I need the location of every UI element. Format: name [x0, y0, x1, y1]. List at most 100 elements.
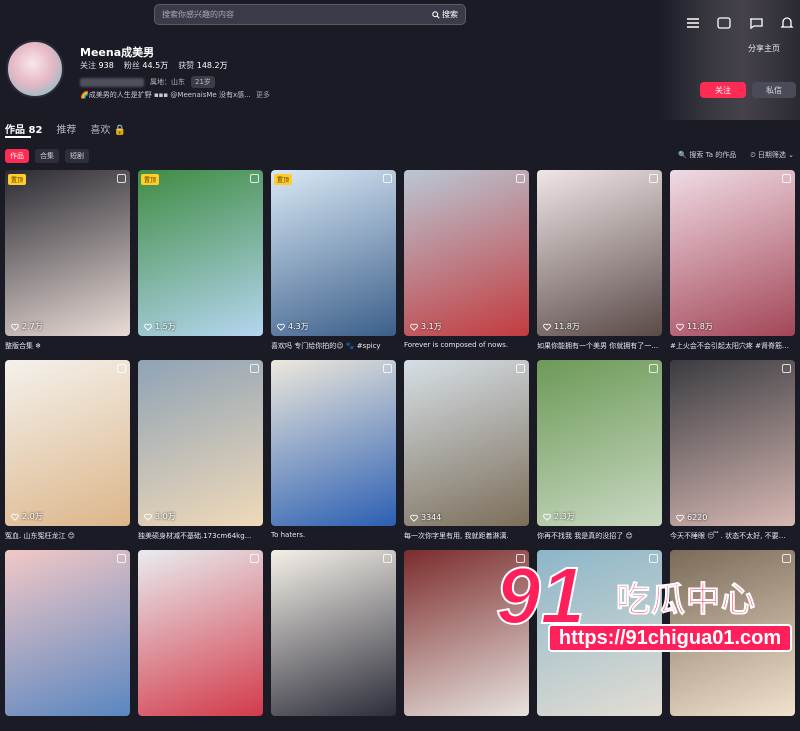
video-caption[interactable]: [138, 341, 263, 351]
select-checkbox[interactable]: [516, 174, 525, 183]
filter-chips: 作品 合集 短剧: [5, 149, 89, 163]
bio-more-link[interactable]: 更多: [256, 91, 270, 99]
video-thumbnail[interactable]: 3344: [404, 360, 529, 526]
chip-works[interactable]: 作品: [5, 149, 29, 163]
video-card[interactable]: 3.0万独美硕身材减不基础.173cm64kg...: [138, 360, 263, 541]
video-thumbnail[interactable]: 3.1万: [404, 170, 529, 336]
share-profile-button[interactable]: 分享主页: [748, 43, 780, 54]
select-checkbox[interactable]: [383, 554, 392, 563]
video-card[interactable]: 置顶 2.7万整版合集 ❄: [5, 170, 130, 351]
select-checkbox[interactable]: [782, 364, 791, 373]
select-checkbox[interactable]: [782, 174, 791, 183]
video-thumbnail[interactable]: [5, 550, 130, 716]
video-thumbnail[interactable]: 2.0万: [5, 360, 130, 526]
tab-likes[interactable]: 喜欢 🔒: [90, 121, 126, 136]
like-count-value: 11.8万: [554, 322, 580, 331]
video-card[interactable]: 2.0万冤血. 山东冤枉龙江 😊: [5, 360, 130, 541]
video-card[interactable]: 置顶 1.5万: [138, 170, 263, 351]
video-caption[interactable]: 今天不睡眼 😴 . 状态不太好, 不要…: [670, 531, 795, 541]
video-caption[interactable]: [670, 721, 795, 731]
like-count-value: 1.5万: [155, 322, 176, 331]
video-card[interactable]: To haters.: [271, 360, 396, 541]
video-card[interactable]: [5, 550, 130, 731]
video-thumbnail[interactable]: 11.8万: [537, 170, 662, 336]
select-checkbox[interactable]: [516, 364, 525, 373]
select-checkbox[interactable]: [250, 364, 259, 373]
video-thumbnail[interactable]: 置顶 4.3万: [271, 170, 396, 336]
video-caption[interactable]: 整版合集 ❄: [5, 341, 130, 351]
select-checkbox[interactable]: [649, 364, 658, 373]
chip-short-drama[interactable]: 短剧: [65, 149, 89, 163]
video-card[interactable]: 3.1万 Forever is composed of nows.: [404, 170, 529, 351]
video-card[interactable]: 置顶 4.3万喜欢吗 专门给你拍的😉 🐾 #spicy: [271, 170, 396, 351]
select-checkbox[interactable]: [117, 174, 126, 183]
message-button[interactable]: 私信: [752, 82, 796, 98]
video-thumbnail[interactable]: [271, 550, 396, 716]
message-icon[interactable]: [746, 16, 766, 30]
video-caption[interactable]: [271, 721, 396, 731]
search-box[interactable]: 搜索你感兴趣的内容 搜索: [154, 4, 466, 25]
video-thumbnail[interactable]: 置顶 2.7万: [5, 170, 130, 336]
search-input[interactable]: 搜索你感兴趣的内容: [155, 9, 425, 20]
video-card[interactable]: 11.8万 #上火会不会引起太阳穴疼 #肾脊筋…: [670, 170, 795, 351]
video-thumbnail[interactable]: 6220: [670, 360, 795, 526]
video-thumbnail[interactable]: 11.8万: [670, 170, 795, 336]
select-checkbox[interactable]: [383, 364, 392, 373]
video-thumbnail[interactable]: 置顶 1.5万: [138, 170, 263, 336]
video-card[interactable]: 6220 今天不睡眼 😴 . 状态不太好, 不要…: [670, 360, 795, 541]
avatar[interactable]: [6, 40, 64, 98]
video-caption[interactable]: 喜欢吗 专门给你拍的😉 🐾 #spicy: [271, 341, 396, 351]
search-works-button[interactable]: 🔍 搜索 Ta 的作品: [678, 150, 736, 160]
video-card[interactable]: 11.8万如果你能拥有一个美男 你就拥有了一…: [537, 170, 662, 351]
heart-icon: [277, 323, 285, 331]
follow-button[interactable]: 关注: [700, 82, 746, 98]
heart-icon: [11, 513, 19, 521]
video-card[interactable]: [271, 550, 396, 731]
following-stat[interactable]: 关注 938: [80, 60, 114, 71]
heart-icon: [144, 513, 152, 521]
select-checkbox[interactable]: [649, 174, 658, 183]
like-count: 2.3万: [543, 511, 575, 522]
video-thumbnail[interactable]: [138, 550, 263, 716]
video-thumbnail[interactable]: 2.3万: [537, 360, 662, 526]
search-button[interactable]: 搜索: [425, 5, 465, 24]
video-card[interactable]: 3344 每一次你字里有用, 我就距着淋漓.: [404, 360, 529, 541]
fans-stat[interactable]: 粉丝 44.5万: [124, 60, 168, 71]
inbox-icon[interactable]: [714, 16, 734, 30]
video-caption[interactable]: [138, 721, 263, 731]
select-checkbox[interactable]: [117, 364, 126, 373]
profile-meta: 属地：山东 21岁: [80, 76, 215, 88]
video-caption[interactable]: [404, 721, 529, 731]
date-filter-button[interactable]: ⏲ 日期筛选 ⌄: [750, 150, 794, 160]
notification-icon[interactable]: [777, 16, 797, 30]
tab-recommend[interactable]: 推荐: [56, 121, 76, 136]
video-caption[interactable]: #上火会不会引起太阳穴疼 #肾脊筋…: [670, 341, 795, 351]
video-caption[interactable]: 如果你能拥有一个美男 你就拥有了一…: [537, 341, 662, 351]
like-count: 4.3万: [277, 321, 309, 332]
chip-collections[interactable]: 合集: [35, 149, 59, 163]
video-caption[interactable]: Forever is composed of nows.: [404, 341, 529, 351]
video-thumbnail[interactable]: 3.0万: [138, 360, 263, 526]
video-caption[interactable]: 独美硕身材减不基础.173cm64kg...: [138, 531, 263, 541]
search-icon: [432, 10, 440, 19]
video-caption[interactable]: [5, 721, 130, 731]
active-tab-underline: [5, 136, 31, 138]
account-id-blurred: [80, 77, 144, 87]
tab-works[interactable]: 作品 82: [5, 121, 42, 136]
video-caption[interactable]: [537, 721, 662, 731]
heart-icon: [543, 323, 551, 331]
menu-icon[interactable]: [683, 16, 703, 30]
video-card[interactable]: 2.3万你再不找我 我是真的没招了 😊: [537, 360, 662, 541]
video-caption[interactable]: 冤血. 山东冤枉龙江 😊: [5, 531, 130, 541]
video-caption[interactable]: 每一次你字里有用, 我就距着淋漓.: [404, 531, 529, 541]
video-caption[interactable]: 你再不找我 我是真的没招了 😊: [537, 531, 662, 541]
like-count: 11.8万: [676, 321, 713, 332]
select-checkbox[interactable]: [383, 174, 392, 183]
video-thumbnail[interactable]: [271, 360, 396, 526]
video-card[interactable]: [138, 550, 263, 731]
select-checkbox[interactable]: [250, 554, 259, 563]
like-count-value: 3344: [421, 513, 442, 522]
select-checkbox[interactable]: [250, 174, 259, 183]
video-caption[interactable]: To haters.: [271, 531, 396, 541]
select-checkbox[interactable]: [117, 554, 126, 563]
